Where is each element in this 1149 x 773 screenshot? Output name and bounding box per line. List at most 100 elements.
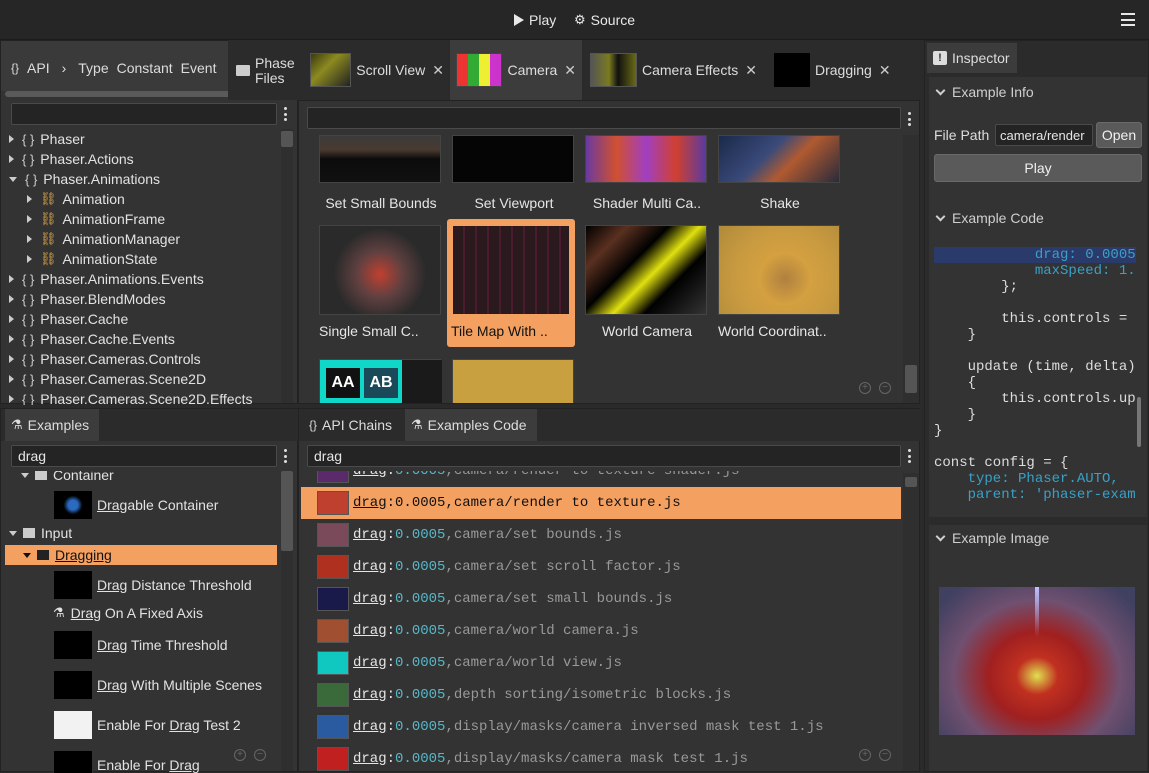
example-card[interactable]: Single Small C..	[317, 225, 445, 345]
scroll-view-tab[interactable]: Scroll View ✕	[304, 40, 450, 100]
example-card-selected[interactable]: Tile Map With ..	[447, 219, 575, 347]
tree-namespace-item[interactable]: { } Phaser.Cameras.Scene2D	[9, 369, 206, 389]
example-item[interactable]: Enable For Drag Test 2	[53, 707, 241, 743]
tree-namespace-item[interactable]: { } Phaser	[9, 129, 85, 149]
code-result-row[interactable]: drag: 0.0005, camera/render to texture s…	[301, 471, 901, 487]
chevron-right-icon[interactable]	[27, 215, 32, 223]
tree-namespace-item[interactable]: { } Phaser.Actions	[9, 149, 134, 169]
tree-namespace-item[interactable]: { } Phaser.Cache	[9, 309, 128, 329]
tree-class-item[interactable]: ⛓ AnimationManager	[9, 229, 180, 249]
code-result-row[interactable]: drag: 0.0005, camera/set scroll factor.j…	[301, 551, 901, 583]
api-tab[interactable]: API	[27, 60, 50, 76]
tree-namespace-item[interactable]: { } Phaser.Animations	[9, 169, 160, 189]
chevron-right-icon[interactable]	[9, 375, 14, 383]
type-tab[interactable]: Type	[78, 60, 108, 76]
tree-namespace-item[interactable]: { } Phaser.Animations.Events	[9, 269, 204, 289]
example-thumbnail[interactable]	[452, 359, 574, 403]
code-result-row[interactable]: drag: 0.0005, depth sorting/isometric bl…	[301, 679, 901, 711]
tree-namespace-item[interactable]: { } Phaser.Cache.Events	[9, 329, 175, 349]
chevron-right-icon[interactable]	[9, 275, 14, 283]
example-card[interactable]: World Coordinat..	[716, 225, 844, 345]
gallery-search-input[interactable]	[307, 107, 901, 129]
chevron-right-icon[interactable]	[9, 155, 14, 163]
tree-namespace-item[interactable]: { } Phaser.Cameras.Controls	[9, 349, 201, 369]
play-example-button[interactable]: Play	[934, 154, 1142, 182]
api-tree-scrollbar[interactable]	[281, 129, 293, 403]
source-button[interactable]: ⚙ Source	[574, 10, 635, 30]
zoom-in-icon[interactable]: +	[859, 749, 871, 761]
inspector-tab[interactable]: ! Inspector	[927, 43, 1017, 73]
more-options-icon[interactable]	[908, 449, 912, 463]
camera-tab[interactable]: Camera ✕	[450, 40, 582, 100]
event-tab[interactable]: Event	[181, 60, 217, 76]
tree-folder[interactable]: Container	[21, 471, 114, 485]
open-button[interactable]: Open	[1096, 122, 1142, 148]
constant-tab[interactable]: Constant	[117, 60, 173, 76]
tree-class-item[interactable]: ⛓ Animation	[9, 189, 125, 209]
example-image-header[interactable]: Example Image	[935, 527, 1049, 549]
chevron-down-icon[interactable]	[9, 176, 17, 182]
examples-search-input[interactable]	[11, 445, 277, 467]
examples-scrollbar[interactable]	[281, 471, 293, 771]
chevron-right-icon[interactable]	[27, 235, 32, 243]
file-path-field[interactable]	[995, 124, 1093, 146]
more-options-icon[interactable]	[284, 449, 288, 463]
example-item[interactable]: Drag Distance Threshold	[53, 567, 252, 603]
code-results-scrollbar[interactable]	[903, 473, 919, 771]
more-options-icon[interactable]	[284, 107, 288, 121]
code-result-row[interactable]: drag: 0.0005, display/masks/camera mask …	[301, 743, 901, 773]
examples-code-tab[interactable]: ⚗ Examples Code	[405, 409, 537, 441]
example-item[interactable]: Dragable Container	[53, 487, 218, 523]
code-result-row[interactable]: drag: 0.0005, camera/world view.js	[301, 647, 901, 679]
example-item[interactable]: ⚗ Drag On A Fixed Axis	[53, 603, 203, 623]
tree-folder[interactable]: Input	[9, 523, 72, 543]
code-scrollbar[interactable]	[1137, 247, 1143, 503]
gallery-scrollbar[interactable]	[903, 135, 919, 403]
example-item[interactable]: Drag With Multiple Scenes	[53, 667, 262, 703]
code-search-input[interactable]	[307, 445, 901, 467]
code-result-row[interactable]: drag: 0.0005, camera/world camera.js	[301, 615, 901, 647]
example-code-view[interactable]: drag: 0.0005 maxSpeed: 1. }; this.contro…	[934, 247, 1136, 503]
chevron-right-icon[interactable]	[27, 195, 32, 203]
api-search-input[interactable]	[11, 103, 277, 125]
chevron-right-icon[interactable]	[9, 135, 14, 143]
code-result-row[interactable]: drag: 0.0005, display/masks/camera inver…	[301, 711, 901, 743]
play-button[interactable]: Play	[514, 10, 556, 30]
chevron-right-icon[interactable]	[9, 335, 14, 343]
tree-folder-selected[interactable]: Dragging	[5, 545, 277, 565]
close-icon[interactable]: ✕	[564, 62, 576, 79]
example-code-header[interactable]: Example Code	[935, 207, 1044, 229]
zoom-in-icon[interactable]: +	[234, 749, 246, 761]
chevron-right-icon[interactable]	[9, 315, 14, 323]
chevron-right-icon[interactable]	[9, 395, 14, 403]
code-result-row[interactable]: drag: 0.0005, camera/set small bounds.js	[301, 583, 901, 615]
code-result-row[interactable]: drag: 0.0005, camera/set bounds.js	[301, 519, 901, 551]
example-item[interactable]: Enable For Drag	[53, 747, 200, 773]
camera-effects-tab[interactable]: Camera Effects ✕	[584, 40, 764, 100]
example-card[interactable]: World Camera	[583, 225, 711, 345]
close-icon[interactable]: ✕	[745, 62, 757, 79]
more-options-icon[interactable]	[908, 112, 912, 126]
example-info-header[interactable]: Example Info	[935, 81, 1034, 103]
chevron-right-icon[interactable]	[9, 355, 14, 363]
code-result-row-selected[interactable]: drag: 0.0005, camera/render to texture.j…	[301, 487, 901, 519]
chevron-right-icon[interactable]	[27, 255, 32, 263]
dragging-tab[interactable]: Dragging ✕	[768, 40, 898, 100]
example-item[interactable]: Drag Time Threshold	[53, 627, 227, 663]
zoom-out-icon[interactable]: −	[254, 749, 266, 761]
chevron-right-icon[interactable]	[9, 295, 14, 303]
tree-class-item[interactable]: ⛓ AnimationFrame	[9, 209, 165, 229]
zoom-out-icon[interactable]: −	[879, 382, 891, 394]
api-chains-tab[interactable]: {} API Chains	[303, 409, 403, 441]
zoom-in-icon[interactable]: +	[859, 382, 871, 394]
tree-namespace-item[interactable]: { } Phaser.BlendModes	[9, 289, 166, 309]
phase-files-tab[interactable]: Phase Files	[230, 40, 302, 100]
tree-class-item[interactable]: ⛓ AnimationState	[9, 249, 157, 269]
close-icon[interactable]: ✕	[879, 62, 891, 79]
menu-icon[interactable]	[1121, 13, 1135, 26]
examples-tab[interactable]: ⚗ Examples	[5, 409, 99, 441]
close-icon[interactable]: ✕	[432, 62, 444, 79]
tree-namespace-item[interactable]: { } Phaser.Cameras.Scene2D.Effects	[9, 389, 252, 405]
example-thumbnail[interactable]: AA AB	[319, 359, 442, 403]
zoom-out-icon[interactable]: −	[879, 749, 891, 761]
